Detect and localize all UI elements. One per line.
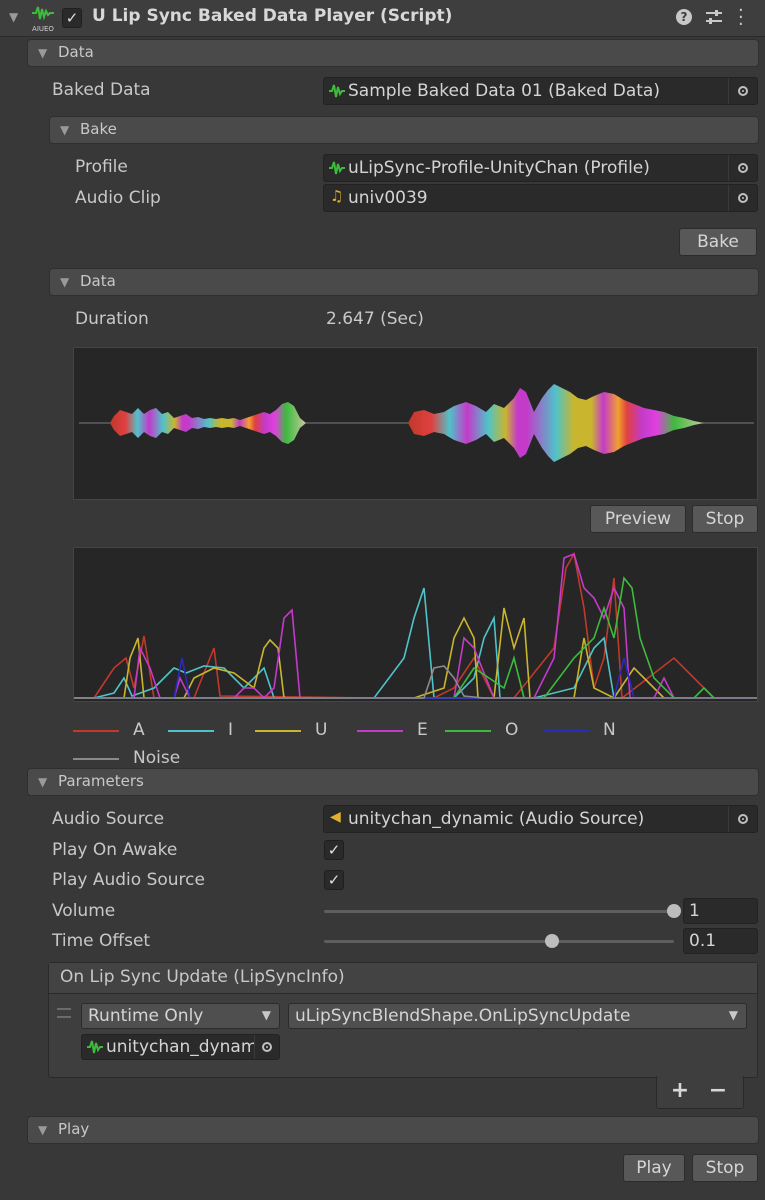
volume-input[interactable]: 1 [683, 898, 758, 924]
chevron-down-icon: ▼ [728, 1008, 738, 1022]
bake-button[interactable]: Bake [679, 228, 757, 256]
on-lip-sync-update-event: On Lip Sync Update (LipSyncInfo) Runtime… [48, 962, 758, 1078]
play-on-awake-checkbox[interactable]: ✓ [324, 840, 344, 860]
play-foldout-label: Play [58, 1120, 90, 1138]
preview-button[interactable]: Preview [590, 505, 686, 533]
runtime-option-dropdown[interactable]: Runtime Only ▼ [81, 1003, 280, 1029]
legend-swatch [543, 730, 589, 732]
legend-label: Noise [133, 748, 181, 768]
legend-label: E [417, 720, 428, 740]
aiueo-waveform-icon: AIUEO [30, 4, 56, 33]
foldout-arrow: ▼ [38, 1123, 48, 1137]
drag-handle-icon[interactable] [57, 1008, 71, 1018]
function-dropdown[interactable]: uLipSyncBlendShape.OnLipSyncUpdate ▼ [288, 1003, 747, 1029]
component-enabled-checkbox[interactable]: ✓ [62, 8, 82, 28]
duration-value: 2.647 (Sec) [326, 309, 424, 329]
component-title: U Lip Sync Baked Data Player (Script) [92, 6, 453, 26]
profile-field[interactable]: uLipSync-Profile-UnityChan (Profile) [323, 154, 758, 182]
time-offset-input[interactable]: 0.1 [683, 928, 758, 954]
event-target-value: unitychan_dynam [106, 1037, 258, 1057]
phoneme-curves [74, 551, 757, 700]
runtime-option-value: Runtime Only [88, 1006, 204, 1026]
data-sub-foldout[interactable]: ▼ Data [49, 268, 759, 296]
remove-listener-button[interactable]: − [706, 1078, 730, 1103]
legend-swatch [357, 730, 403, 732]
speaker-icon: ◀ [330, 809, 341, 825]
music-note-icon: ♫ [330, 187, 344, 205]
chevron-down-icon: ▼ [261, 1008, 271, 1022]
baked-data-field[interactable]: Sample Baked Data 01 (Baked Data) [323, 77, 758, 105]
parameters-foldout-label: Parameters [58, 772, 144, 790]
audio-clip-field[interactable]: ♫ univ0039 [323, 184, 758, 212]
audio-clip-label: Audio Clip [75, 188, 161, 208]
time-offset-slider-track[interactable] [324, 940, 674, 943]
profile-icon [329, 161, 345, 175]
data-sub-foldout-label: Data [80, 272, 116, 290]
play-audio-source-checkbox[interactable]: ✓ [324, 870, 344, 890]
phoneme-ratio-graph [73, 547, 758, 702]
profile-value: uLipSync-Profile-UnityChan (Profile) [348, 158, 650, 178]
waveform-graphic [79, 384, 754, 462]
function-value: uLipSyncBlendShape.OnLipSyncUpdate [295, 1006, 631, 1026]
event-target-field[interactable]: unitychan_dynam [81, 1034, 280, 1060]
preview-stop-button[interactable]: Stop [692, 505, 758, 533]
legend-label: O [505, 720, 519, 740]
event-header: On Lip Sync Update (LipSyncInfo) [49, 963, 757, 994]
object-picker-icon[interactable] [728, 806, 757, 832]
legend-label: A [133, 720, 145, 740]
object-picker-icon[interactable] [728, 185, 757, 211]
object-picker-icon[interactable] [728, 155, 757, 181]
sliders-icon[interactable] [705, 9, 723, 30]
volume-slider-handle[interactable] [667, 904, 681, 918]
legend-label: I [228, 720, 234, 740]
audio-source-field[interactable]: ◀ unitychan_dynamic (Audio Source) [323, 805, 758, 833]
kebab-menu-icon[interactable]: · · · [738, 2, 744, 34]
legend-swatch [445, 730, 491, 732]
legend-swatch [73, 758, 119, 760]
volume-slider-track[interactable] [324, 910, 674, 913]
baked-data-value: Sample Baked Data 01 (Baked Data) [348, 81, 660, 101]
foldout-arrow[interactable]: ▼ [9, 10, 18, 24]
audio-source-label: Audio Source [52, 809, 165, 829]
play-stop-button[interactable]: Stop [692, 1154, 758, 1182]
data-foldout-label: Data [58, 43, 94, 61]
legend-label: U [315, 720, 328, 740]
audio-clip-value: univ0039 [348, 188, 428, 208]
foldout-arrow: ▼ [38, 775, 48, 789]
time-offset-slider-handle[interactable] [544, 934, 559, 948]
time-offset-label: Time Offset [52, 931, 151, 951]
foldout-arrow: ▼ [60, 123, 70, 137]
profile-label: Profile [75, 157, 128, 177]
bake-foldout-label: Bake [80, 120, 117, 138]
legend-label: N [603, 720, 616, 740]
legend-swatch [168, 730, 214, 732]
add-listener-button[interactable]: + [668, 1078, 692, 1103]
foldout-arrow: ▼ [60, 275, 70, 289]
object-picker-icon[interactable] [728, 78, 757, 104]
target-icon [87, 1040, 103, 1054]
legend-swatch [255, 730, 301, 732]
audio-source-value: unitychan_dynamic (Audio Source) [348, 809, 645, 829]
time-offset-value: 0.1 [689, 931, 717, 951]
baked-data-icon [329, 84, 345, 98]
play-audio-source-label: Play Audio Source [52, 870, 205, 890]
object-picker-icon[interactable] [254, 1035, 279, 1059]
play-foldout[interactable]: ▼ Play [27, 1116, 759, 1144]
data-foldout[interactable]: ▼ Data [27, 39, 759, 67]
parameters-foldout[interactable]: ▼ Parameters [27, 768, 759, 796]
event-title: On Lip Sync Update (LipSyncInfo) [60, 967, 345, 987]
legend-swatch [73, 730, 119, 732]
baked-data-label: Baked Data [52, 80, 151, 100]
play-on-awake-label: Play On Awake [52, 840, 178, 860]
duration-label: Duration [75, 309, 149, 329]
help-icon[interactable]: ? [676, 9, 692, 25]
volume-value: 1 [689, 901, 700, 921]
bake-foldout[interactable]: ▼ Bake [49, 116, 759, 144]
volume-label: Volume [52, 901, 116, 921]
play-button[interactable]: Play [623, 1154, 685, 1182]
waveform-view [73, 347, 758, 500]
icon-caption: AIUEO [32, 25, 54, 33]
foldout-arrow: ▼ [38, 46, 48, 60]
